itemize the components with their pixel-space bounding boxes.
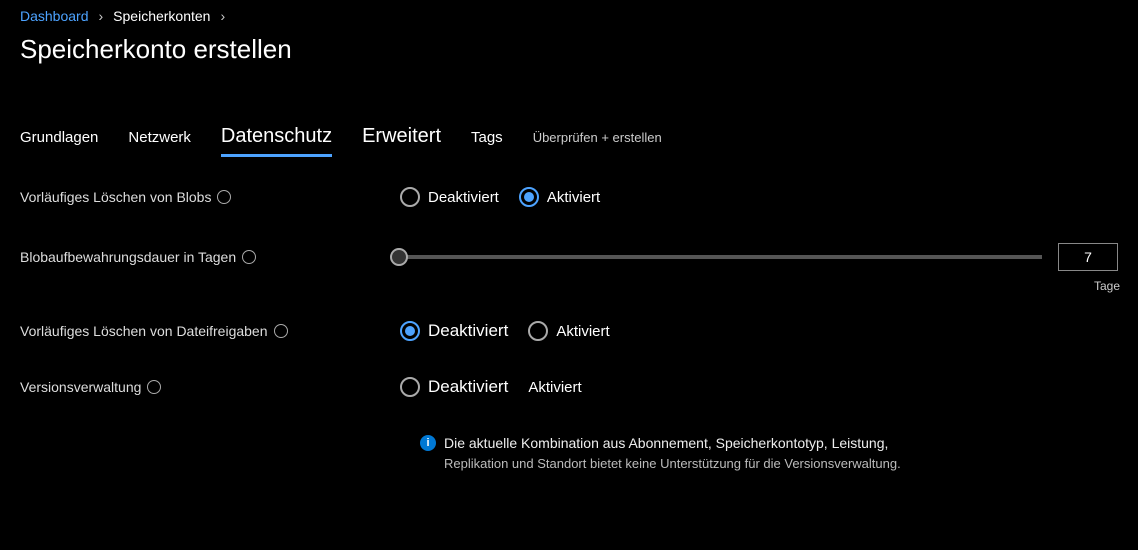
- chevron-right-icon: ›: [220, 8, 225, 24]
- page-title: Speicherkonto erstellen: [20, 34, 1118, 65]
- tab-tags[interactable]: Tags: [471, 129, 503, 152]
- label-versioning: Versionsverwaltung: [20, 379, 400, 395]
- radio-label-aktiviert: Aktiviert: [556, 323, 609, 340]
- slider-unit-label: Tage: [1094, 279, 1120, 293]
- label-soft-delete-shares: Vorläufiges Löschen von Dateifreigaben: [20, 323, 400, 339]
- radio-aktiviert[interactable]: Aktiviert: [528, 321, 609, 341]
- radio-label-deaktiviert: Deaktiviert: [428, 189, 499, 206]
- radio-label-deaktiviert: Deaktiviert: [428, 377, 508, 397]
- radio-icon: [519, 187, 539, 207]
- retention-value-input[interactable]: 7: [1058, 243, 1118, 271]
- radio-label-deaktiviert: Deaktiviert: [428, 321, 508, 341]
- radio-aktiviert[interactable]: Aktiviert: [519, 187, 600, 207]
- tab-datenschutz[interactable]: Datenschutz: [221, 125, 332, 157]
- info-icon[interactable]: [242, 250, 256, 264]
- radio-aktiviert[interactable]: Aktiviert: [528, 379, 581, 396]
- slider-thumb[interactable]: [390, 248, 408, 266]
- label-soft-delete-blobs: Vorläufiges Löschen von Blobs: [20, 189, 400, 205]
- info-icon[interactable]: [147, 380, 161, 394]
- tabs: Grundlagen Netzwerk Datenschutz Erweiter…: [20, 125, 1118, 157]
- radio-icon: [400, 187, 420, 207]
- tab-review-create[interactable]: Überprüfen + erstellen: [533, 130, 662, 151]
- radio-deaktiviert[interactable]: Deaktiviert: [400, 187, 499, 207]
- radio-group-versioning: Deaktiviert Aktiviert: [400, 377, 582, 397]
- versioning-info-message: i Die aktuelle Kombination aus Abonnemen…: [420, 433, 1118, 474]
- breadcrumb: Dashboard › Speicherkonten ›: [20, 8, 1118, 24]
- info-message-line2: Replikation und Standort bietet keine Un…: [444, 454, 901, 474]
- radio-icon: [400, 377, 420, 397]
- breadcrumb-storage-accounts[interactable]: Speicherkonten: [113, 8, 210, 24]
- tab-erweitert[interactable]: Erweitert: [362, 125, 441, 154]
- tab-grundlagen[interactable]: Grundlagen: [20, 129, 98, 152]
- radio-icon: [400, 321, 420, 341]
- radio-group-soft-delete-blobs: Deaktiviert Aktiviert: [400, 187, 600, 207]
- radio-label-aktiviert: Aktiviert: [528, 379, 581, 396]
- tab-netzwerk[interactable]: Netzwerk: [128, 129, 191, 152]
- radio-label-aktiviert: Aktiviert: [547, 189, 600, 206]
- label-blob-retention: Blobaufbewahrungsdauer in Tagen: [20, 249, 399, 265]
- info-message-line1: Die aktuelle Kombination aus Abonnement,…: [444, 433, 901, 454]
- radio-deaktiviert[interactable]: Deaktiviert: [400, 377, 508, 397]
- retention-slider[interactable]: [399, 255, 1042, 259]
- radio-deaktiviert[interactable]: Deaktiviert: [400, 321, 508, 341]
- radio-group-soft-delete-shares: Deaktiviert Aktiviert: [400, 321, 610, 341]
- info-icon[interactable]: [217, 190, 231, 204]
- radio-icon: [528, 321, 548, 341]
- breadcrumb-dashboard[interactable]: Dashboard: [20, 8, 89, 24]
- info-icon: i: [420, 435, 436, 451]
- chevron-right-icon: ›: [99, 8, 104, 24]
- info-icon[interactable]: [274, 324, 288, 338]
